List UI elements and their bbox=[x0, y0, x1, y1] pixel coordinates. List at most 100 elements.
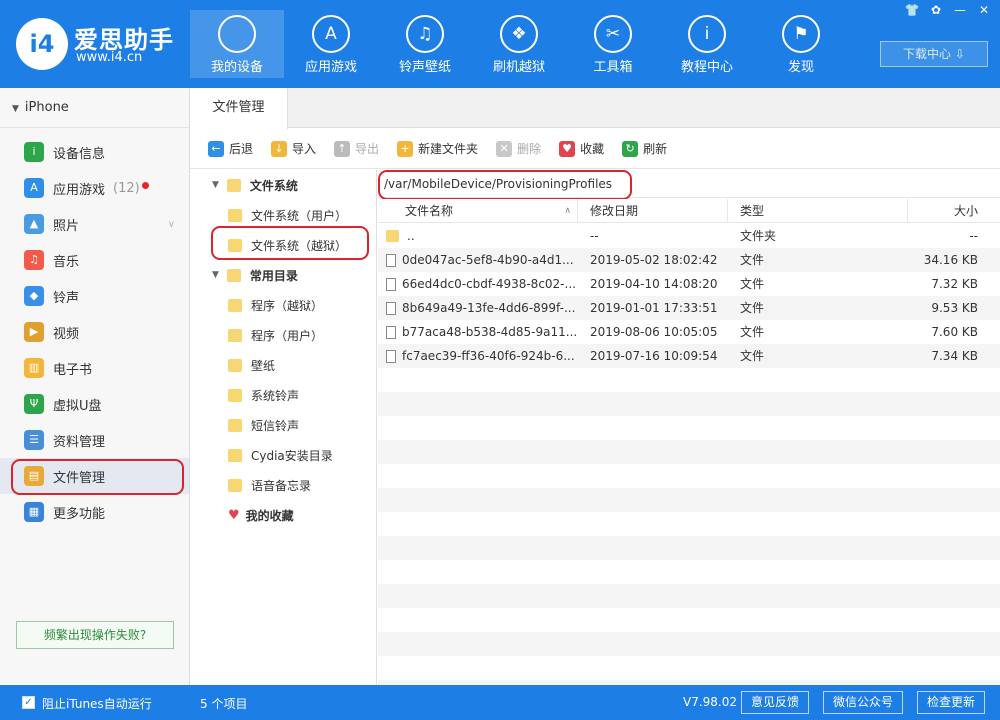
sidebar-item-label: 音乐 bbox=[53, 254, 80, 270]
tree-item-7[interactable]: 系统铃声 bbox=[190, 380, 376, 410]
skin-icon[interactable]: 👕 bbox=[904, 3, 920, 17]
sidebar-item-2[interactable]: ▲ 照片 ∨ bbox=[0, 206, 189, 242]
table-row[interactable]: 8b649a49-13fe-4dd6-899f-... 2019-01-01 17… bbox=[378, 296, 1000, 320]
sidebar-item-4[interactable]: ◆ 铃声 bbox=[0, 278, 189, 314]
file-type: 文件 bbox=[740, 325, 765, 339]
nav-tab-3[interactable]: ❖ 刷机越狱 bbox=[472, 10, 566, 78]
table-row[interactable]: fc7aec39-ff36-40f6-924b-6... 2019-07-16 1… bbox=[378, 344, 1000, 368]
toolbar-button-5[interactable]: ♥ 收藏 bbox=[559, 140, 604, 157]
settings-icon[interactable]: ✿ bbox=[928, 3, 944, 17]
sidebar-item-7[interactable]: Ψ 虚拟U盘 bbox=[0, 386, 189, 422]
file-date: 2019-04-10 14:08:20 bbox=[590, 277, 718, 291]
nav-tab-5[interactable]: i 教程中心 bbox=[660, 10, 754, 78]
nav-tab-4[interactable]: ✂ 工具箱 bbox=[566, 10, 660, 78]
expand-icon[interactable]: ▼ bbox=[212, 180, 219, 190]
nav-tab-6[interactable]: ⚑ 发现 bbox=[754, 10, 848, 78]
close-icon[interactable]: ✕ bbox=[976, 3, 992, 17]
table-row[interactable]: b77aca48-b538-4d85-9a11... 2019-08-06 10:… bbox=[378, 320, 1000, 344]
sidebar-item-6[interactable]: ▥ 电子书 bbox=[0, 350, 189, 386]
photos-icon: ▲ bbox=[24, 214, 44, 234]
column-name[interactable]: 文件名称 ∧ bbox=[378, 199, 578, 223]
help-button[interactable]: 频繁出现操作失败? bbox=[16, 621, 174, 649]
sidebar-item-label: 应用游戏 bbox=[53, 182, 106, 198]
column-type[interactable]: 类型 bbox=[728, 199, 908, 223]
file-type: 文件 bbox=[740, 253, 765, 267]
tree-item-label: 程序（越狱） bbox=[251, 298, 324, 313]
tree-item-11[interactable]: ♥ 我的收藏 bbox=[190, 500, 376, 530]
tree-item-label: 系统铃声 bbox=[251, 388, 300, 403]
device-selector[interactable]: ▼ iPhone bbox=[0, 88, 189, 128]
file-date: 2019-01-01 17:33:51 bbox=[590, 301, 718, 315]
toolbar-button-3[interactable]: + 新建文件夹 bbox=[397, 140, 478, 157]
tree-item-0[interactable]: ▼ 文件系统 bbox=[190, 170, 376, 200]
toolbar-button-6[interactable]: ↻ 刷新 bbox=[622, 140, 667, 157]
table-row[interactable]: 66ed4dc0-cbdf-4938-8c02-... 2019-04-10 14… bbox=[378, 272, 1000, 296]
nav-tab-2[interactable]: ♫ 铃声壁纸 bbox=[378, 10, 472, 78]
dropbox-icon: ❖ bbox=[500, 15, 538, 53]
sidebar-item-10[interactable]: ▦ 更多功能 bbox=[0, 494, 189, 530]
nav-tab-0[interactable]: 我的设备 bbox=[190, 10, 284, 78]
table-row[interactable]: .. -- 文件夹 -- bbox=[378, 224, 1000, 248]
sidebar-item-0[interactable]: i 设备信息 bbox=[0, 134, 189, 170]
toolbar-button-4[interactable]: ✕ 删除 bbox=[496, 140, 541, 157]
export-icon: ↑ bbox=[334, 140, 351, 157]
sidebar-item-5[interactable]: ▶ 视频 bbox=[0, 314, 189, 350]
file-icon bbox=[386, 349, 396, 363]
wechat-button[interactable]: 微信公众号 bbox=[823, 691, 904, 714]
file-name-cell: b77aca48-b538-4d85-9a11... bbox=[378, 320, 578, 344]
sidebar-item-label: 更多功能 bbox=[53, 506, 106, 522]
nav-tab-label: 我的设备 bbox=[210, 60, 263, 75]
minimize-icon[interactable]: — bbox=[952, 3, 968, 17]
tree-item-8[interactable]: 短信铃声 bbox=[190, 410, 376, 440]
folder-icon bbox=[228, 238, 242, 252]
tree-item-2[interactable]: 文件系统（越狱） bbox=[190, 230, 376, 260]
file-size: 34.16 KB bbox=[923, 253, 978, 267]
tree-item-3[interactable]: ▼ 常用目录 bbox=[190, 260, 376, 290]
tree-item-4[interactable]: 程序（越狱） bbox=[190, 290, 376, 320]
file-type: 文件 bbox=[740, 301, 765, 315]
tab-file-manager[interactable]: 文件管理 bbox=[190, 88, 288, 129]
download-center-button[interactable]: 下载中心 ⇩ bbox=[880, 41, 988, 67]
column-size[interactable]: 大小 bbox=[908, 199, 1000, 223]
toolbar-label: 导入 bbox=[292, 142, 317, 156]
chevron-down-icon[interactable]: ∨ bbox=[168, 219, 175, 230]
file-size: 7.60 KB bbox=[931, 325, 978, 339]
path-bar[interactable]: /var/MobileDevice/ProvisioningProfiles bbox=[378, 170, 1000, 198]
column-date[interactable]: 修改日期 bbox=[578, 199, 728, 223]
expand-icon[interactable]: ▼ bbox=[212, 270, 219, 280]
sidebar-item-9[interactable]: ▤ 文件管理 bbox=[0, 458, 189, 494]
toolbar-button-1[interactable]: ↓ 导入 bbox=[271, 140, 316, 157]
check-update-button[interactable]: 检查更新 bbox=[917, 691, 986, 714]
app-count: (12) bbox=[113, 180, 140, 196]
sidebar-item-label: 资料管理 bbox=[53, 434, 106, 450]
tree-item-label: 文件系统 bbox=[249, 178, 298, 193]
tree-item-label: 常用目录 bbox=[249, 268, 298, 283]
tree-item-label: 我的收藏 bbox=[245, 508, 294, 523]
toolbar-label: 导出 bbox=[355, 142, 380, 156]
feedback-button[interactable]: 意见反馈 bbox=[741, 691, 810, 714]
sidebar-item-label: 文件管理 bbox=[53, 470, 106, 486]
music-icon: ♫ bbox=[24, 250, 44, 270]
nav-tab-1[interactable]: A 应用游戏 bbox=[284, 10, 378, 78]
tree-item-5[interactable]: 程序（用户） bbox=[190, 320, 376, 350]
tree-item-1[interactable]: 文件系统（用户） bbox=[190, 200, 376, 230]
tree-item-9[interactable]: Cydia安装目录 bbox=[190, 440, 376, 470]
file-date: 2019-07-16 10:09:54 bbox=[590, 349, 718, 363]
flag-icon: ⚑ bbox=[782, 15, 820, 53]
sidebar-item-3[interactable]: ♫ 音乐 bbox=[0, 242, 189, 278]
file-name: fc7aec39-ff36-40f6-924b-6... bbox=[402, 349, 575, 363]
file-name-cell: fc7aec39-ff36-40f6-924b-6... bbox=[378, 344, 578, 368]
toolbar-button-0[interactable]: ← 后退 bbox=[208, 140, 253, 157]
sidebar-item-1[interactable]: A 应用游戏 (12) bbox=[0, 170, 189, 206]
itunes-checkbox[interactable]: ✓ bbox=[22, 696, 35, 709]
tree-item-6[interactable]: 壁纸 bbox=[190, 350, 376, 380]
tree-item-10[interactable]: 语音备忘录 bbox=[190, 470, 376, 500]
itunes-label[interactable]: 阻止iTunes自动运行 bbox=[42, 695, 152, 712]
app-url: www.i4.cn bbox=[76, 50, 143, 65]
table-row[interactable]: 0de047ac-5ef8-4b90-a4d1... 2019-05-02 18:… bbox=[378, 248, 1000, 272]
sidebar-item-label: 照片 bbox=[53, 218, 80, 234]
toolbar-button-2[interactable]: ↑ 导出 bbox=[334, 140, 379, 157]
sidebar-item-8[interactable]: ☰ 资料管理 bbox=[0, 422, 189, 458]
folder-icon bbox=[386, 230, 399, 242]
file-name-cell: 8b649a49-13fe-4dd6-899f-... bbox=[378, 296, 578, 320]
